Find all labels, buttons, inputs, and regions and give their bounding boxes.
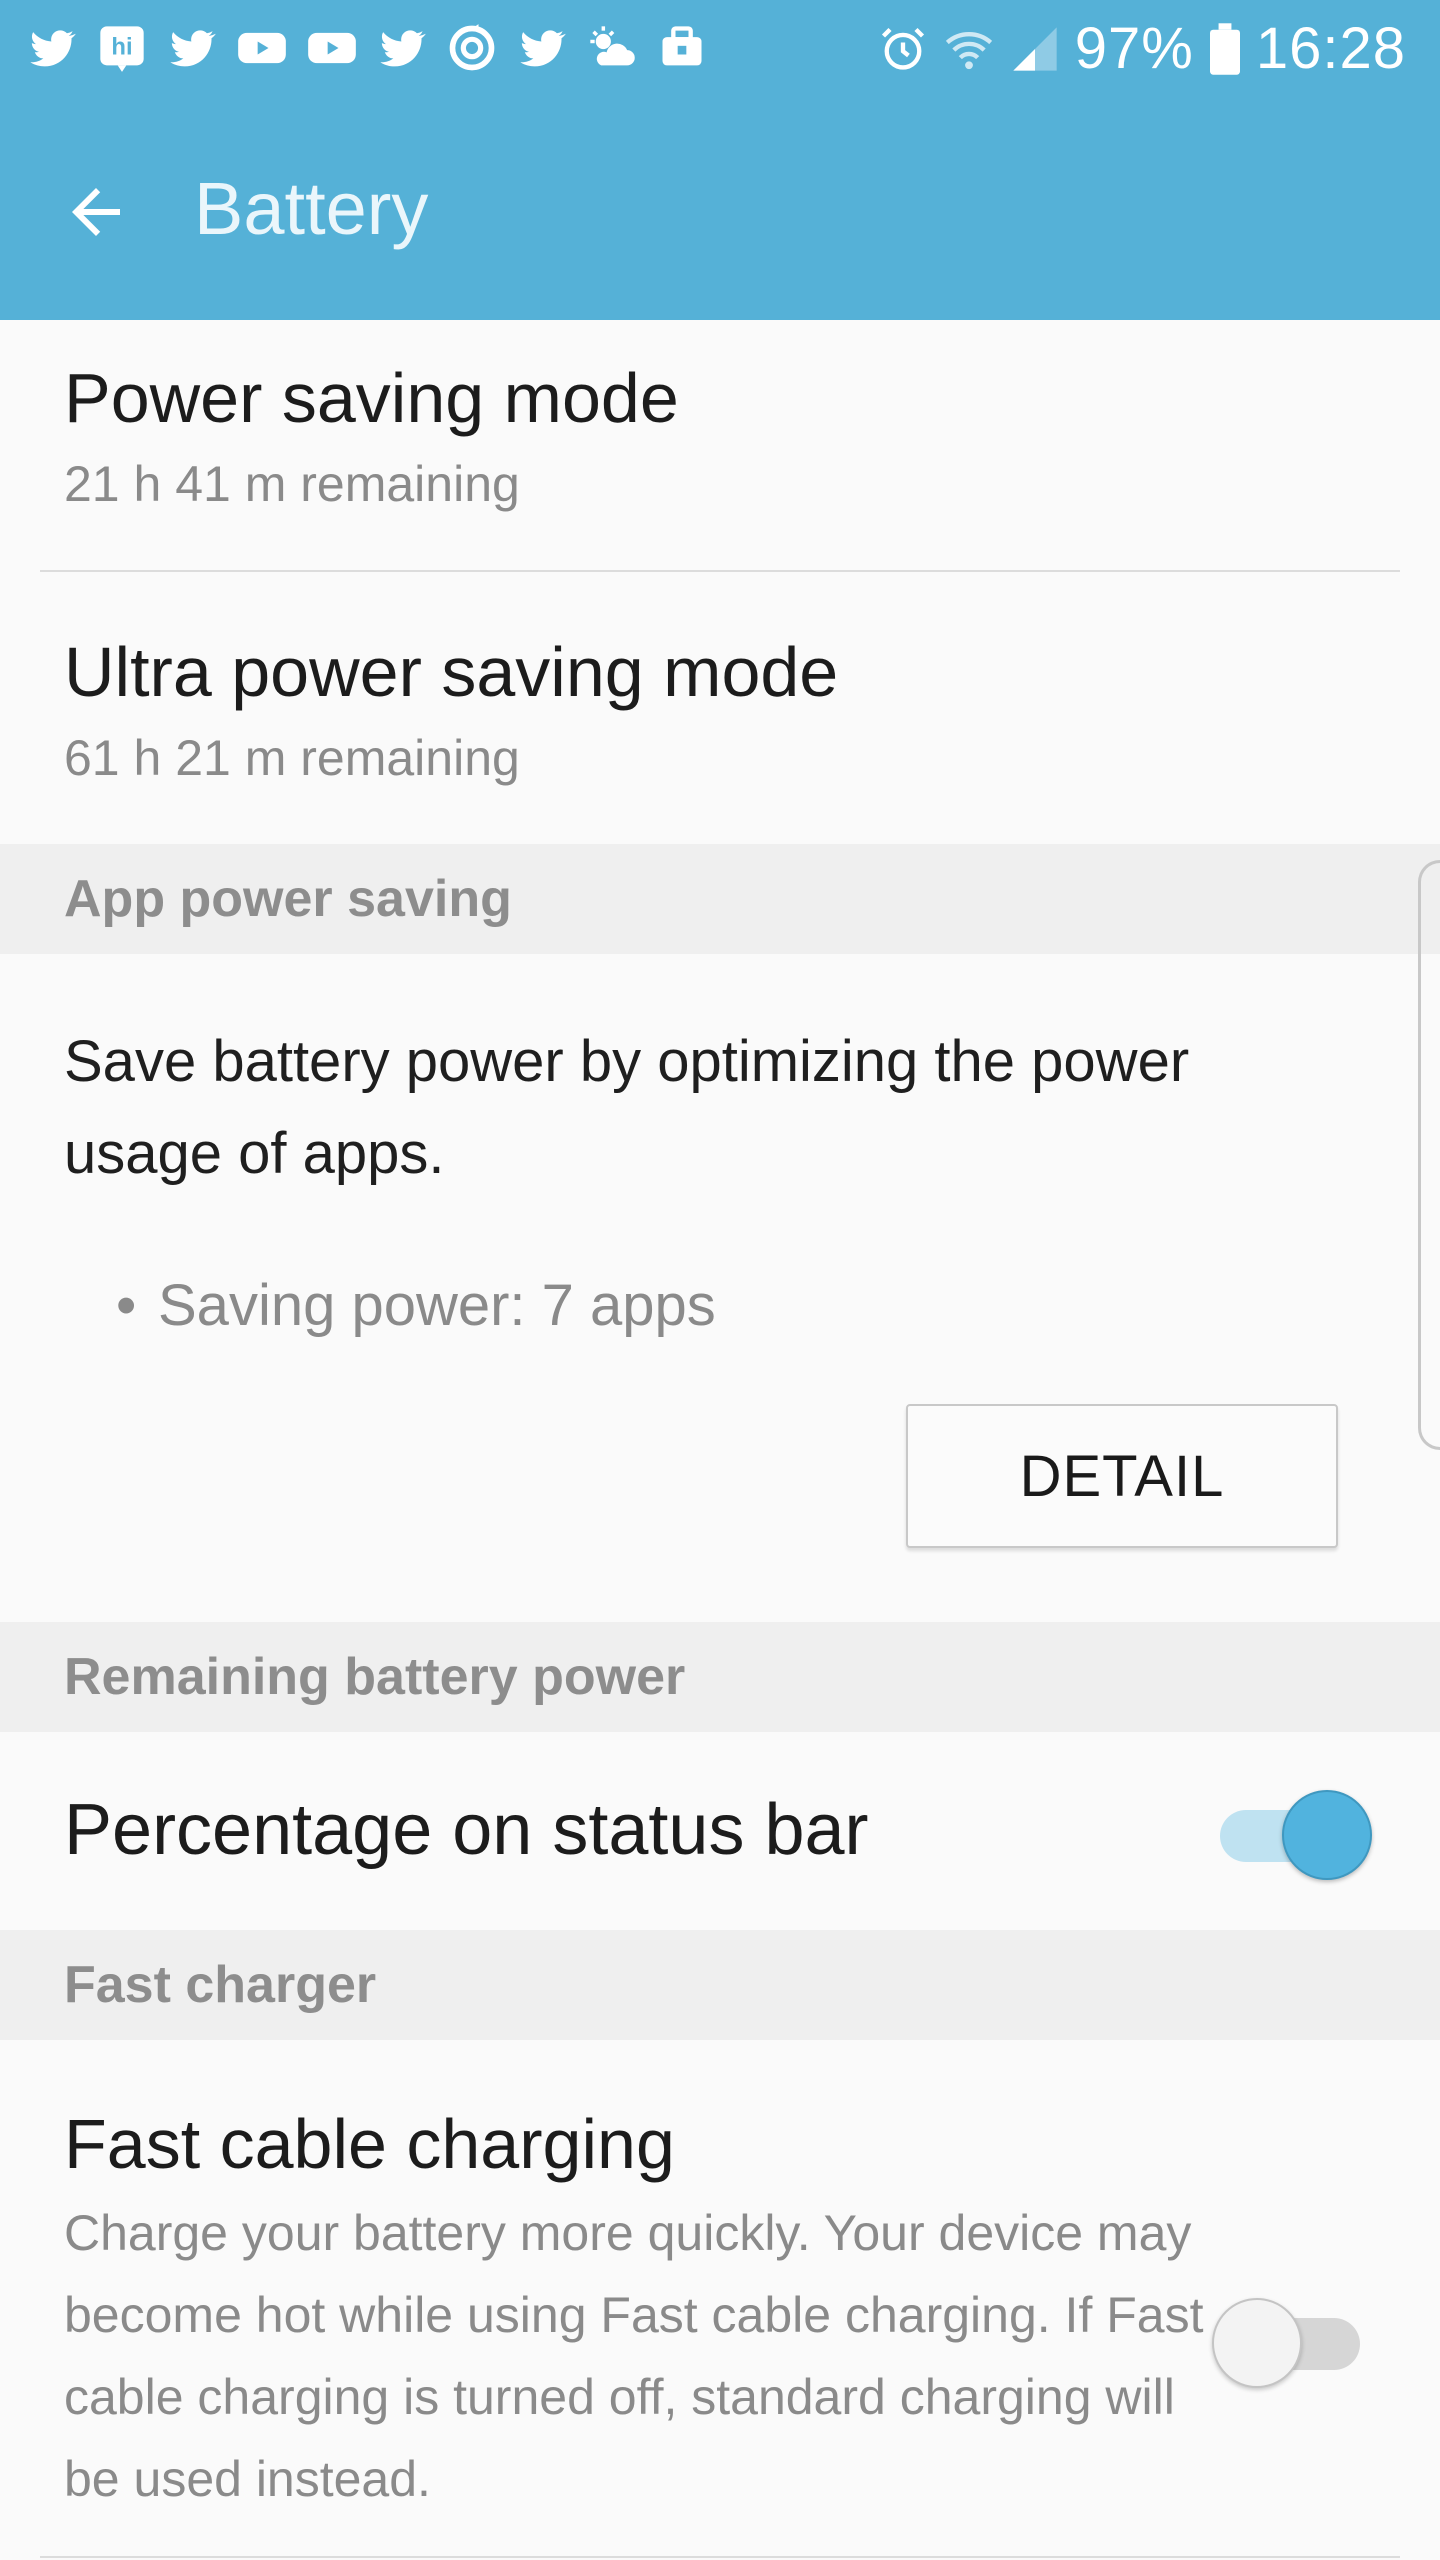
fast-cable-charging-title: Fast cable charging: [64, 2105, 675, 2183]
bullet-dot: •: [116, 1273, 137, 1338]
back-button[interactable]: [54, 170, 138, 254]
power-saving-mode-subtitle: 21 h 41 m remaining: [64, 456, 520, 512]
svg-text:hi: hi: [111, 34, 132, 61]
weather-icon: [586, 22, 638, 74]
alarm-icon: [877, 23, 929, 75]
toggle-thumb: [1212, 2298, 1302, 2388]
power-saving-mode-item[interactable]: Power saving mode 21 h 41 m remaining: [0, 320, 1440, 570]
saving-power-text: Saving power: 7 apps: [158, 1273, 716, 1338]
fast-cable-charging-description: Charge your battery more quickly. Your d…: [64, 2205, 1204, 2507]
hike-icon: hi: [96, 22, 148, 74]
settings-list: Power saving mode 21 h 41 m remaining Ul…: [0, 320, 1440, 2560]
detail-button[interactable]: DETAIL: [906, 1404, 1338, 1548]
percentage-on-status-bar-label: Percentage on status bar: [64, 1790, 869, 1870]
divider: [40, 2556, 1400, 2558]
section-header-label: App power saving: [64, 870, 512, 928]
back-arrow-icon: [72, 188, 120, 236]
percentage-on-status-bar-item[interactable]: Percentage on status bar: [0, 1732, 1440, 1930]
section-header-app-power-saving: App power saving: [0, 844, 1440, 954]
twitter-icon: [516, 22, 568, 74]
wifi-icon: [943, 23, 995, 75]
notification-icons: hi: [26, 20, 708, 76]
battery-percent-text: 97%: [1074, 16, 1194, 81]
twitter-icon: [26, 22, 78, 74]
sync-icon: [446, 22, 498, 74]
saving-power-count: • Saving power: 7 apps: [116, 1270, 716, 1342]
page-title: Battery: [194, 167, 429, 250]
twitter-icon: [166, 22, 218, 74]
power-saving-mode-title: Power saving mode: [64, 359, 679, 437]
briefcase-icon: [656, 22, 708, 74]
signal-icon: [1009, 23, 1061, 75]
section-header-fast-charger: Fast charger: [0, 1930, 1440, 2040]
battery-icon: [1208, 23, 1242, 75]
ultra-power-saving-mode-title: Ultra power saving mode: [64, 633, 839, 711]
section-header-label: Remaining battery power: [64, 1648, 686, 1706]
status-bar: hi 97% 16:28: [0, 0, 1440, 98]
section-header-label: Fast charger: [64, 1956, 377, 2014]
edge-panel-handle[interactable]: [1418, 860, 1440, 1450]
twitter-icon: [376, 22, 428, 74]
clock: 16:28: [1255, 16, 1406, 81]
section-header-remaining-battery-power: Remaining battery power: [0, 1622, 1440, 1732]
youtube-icon: [306, 22, 358, 74]
system-status: 97% 16:28: [877, 14, 1406, 84]
fast-cable-charging-item[interactable]: Fast cable charging Charge your battery …: [0, 2040, 1440, 2560]
toggle-thumb: [1282, 1790, 1372, 1880]
ultra-power-saving-mode-subtitle: 61 h 21 m remaining: [64, 730, 520, 786]
percentage-toggle[interactable]: [1212, 1780, 1372, 1880]
ultra-power-saving-mode-item[interactable]: Ultra power saving mode 61 h 21 m remain…: [0, 572, 1440, 844]
youtube-icon: [236, 22, 288, 74]
app-bar: Battery: [0, 98, 1440, 320]
fast-charging-toggle[interactable]: [1212, 2288, 1372, 2388]
app-power-saving-description: Save battery power by optimizing the pow…: [64, 1029, 1190, 1186]
